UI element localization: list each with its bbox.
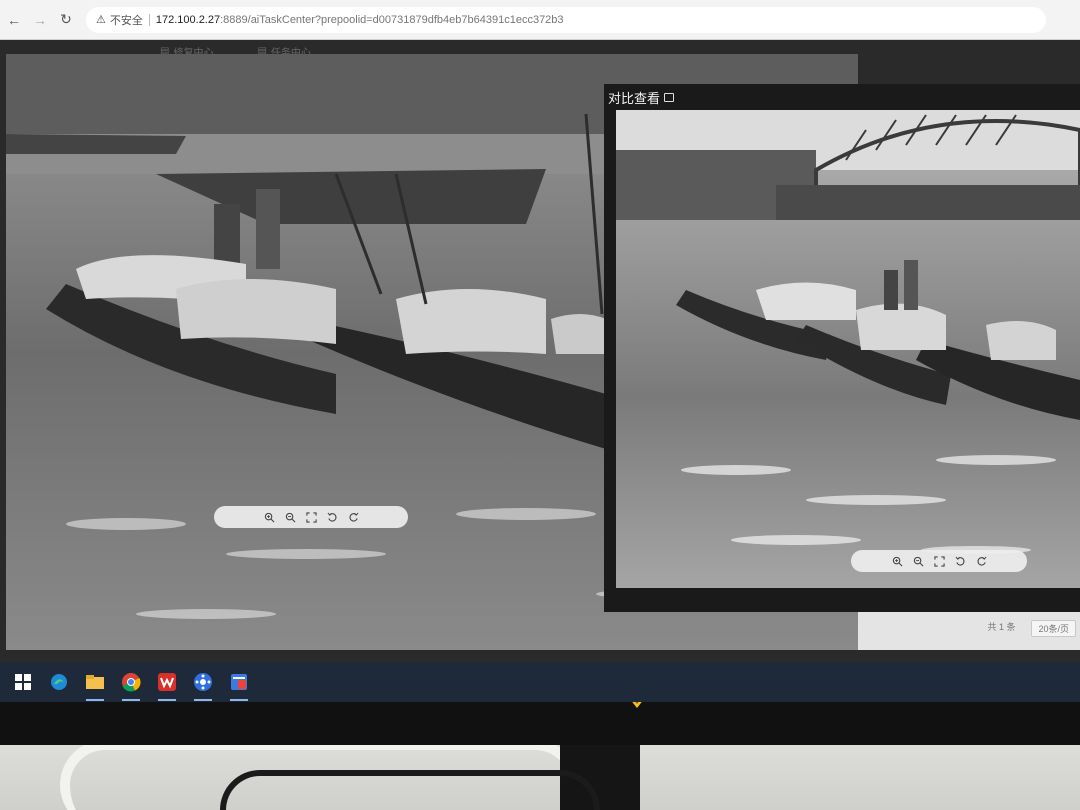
zoom-in-icon[interactable] bbox=[891, 555, 903, 567]
wps-office-icon[interactable] bbox=[154, 669, 180, 701]
media-app-icon[interactable] bbox=[190, 669, 216, 701]
restored-image-viewer[interactable] bbox=[616, 110, 1080, 588]
total-count: 共 1 条 bbox=[987, 622, 1016, 632]
app-page: ▤ 修复中心 ▤ 任务中心 bbox=[0, 40, 1080, 662]
address-bar[interactable]: ⚠ 不安全 172.100.2.27 :8889/aiTaskCenter?pr… bbox=[86, 6, 1046, 33]
back-icon[interactable]: ← bbox=[2, 8, 26, 32]
windows-start-icon[interactable] bbox=[10, 669, 36, 695]
calendar-app-icon[interactable] bbox=[226, 669, 252, 701]
warning-icon: ⚠ bbox=[96, 14, 106, 26]
reload-icon[interactable]: ↻ bbox=[54, 8, 78, 32]
file-explorer-icon[interactable] bbox=[82, 669, 108, 701]
fullscreen-icon[interactable] bbox=[305, 511, 317, 523]
dialog-title: 对比查看 bbox=[608, 88, 675, 107]
zoom-in-icon[interactable] bbox=[263, 511, 275, 523]
forward-icon[interactable]: → bbox=[28, 8, 52, 32]
restored-photo bbox=[616, 110, 1080, 588]
monitor-bezel bbox=[0, 700, 1080, 745]
monitor: ← → ↻ ⚠ 不安全 172.100.2.27 :8889/aiTaskCen… bbox=[0, 0, 1080, 745]
zoom-out-icon[interactable] bbox=[912, 555, 924, 567]
screen: ← → ↻ ⚠ 不安全 172.100.2.27 :8889/aiTaskCen… bbox=[0, 0, 1080, 702]
taskbar bbox=[0, 662, 1080, 702]
compare-dialog: 对比查看 bbox=[604, 84, 1080, 612]
black-cable bbox=[220, 770, 600, 810]
original-image-toolbar bbox=[214, 506, 408, 528]
rotate-left-icon[interactable] bbox=[326, 511, 338, 523]
edge-browser-icon[interactable] bbox=[46, 669, 72, 695]
address-divider bbox=[148, 13, 150, 26]
url-host: 172.100.2.27 bbox=[155, 13, 221, 26]
rotate-left-icon[interactable] bbox=[954, 555, 966, 567]
browser-toolbar: ← → ↻ ⚠ 不安全 172.100.2.27 :8889/aiTaskCen… bbox=[0, 0, 1080, 40]
security-label: 不安全 bbox=[109, 14, 143, 27]
chrome-browser-icon[interactable] bbox=[118, 669, 144, 701]
rotate-right-icon[interactable] bbox=[347, 511, 359, 523]
page-size-select[interactable]: 20条/页 bbox=[1031, 620, 1076, 637]
zoom-out-icon[interactable] bbox=[284, 511, 296, 523]
rotate-right-icon[interactable] bbox=[975, 555, 987, 567]
restored-image-toolbar bbox=[851, 550, 1027, 572]
dialog-title-text: 对比查看 bbox=[608, 91, 661, 106]
copy-icon[interactable] bbox=[664, 93, 675, 102]
pagination: 共 1 条 20条/页 bbox=[987, 620, 1076, 637]
url-path: :8889/aiTaskCenter?prepoolid=d00731879df… bbox=[220, 13, 564, 26]
fullscreen-icon[interactable] bbox=[933, 555, 945, 567]
